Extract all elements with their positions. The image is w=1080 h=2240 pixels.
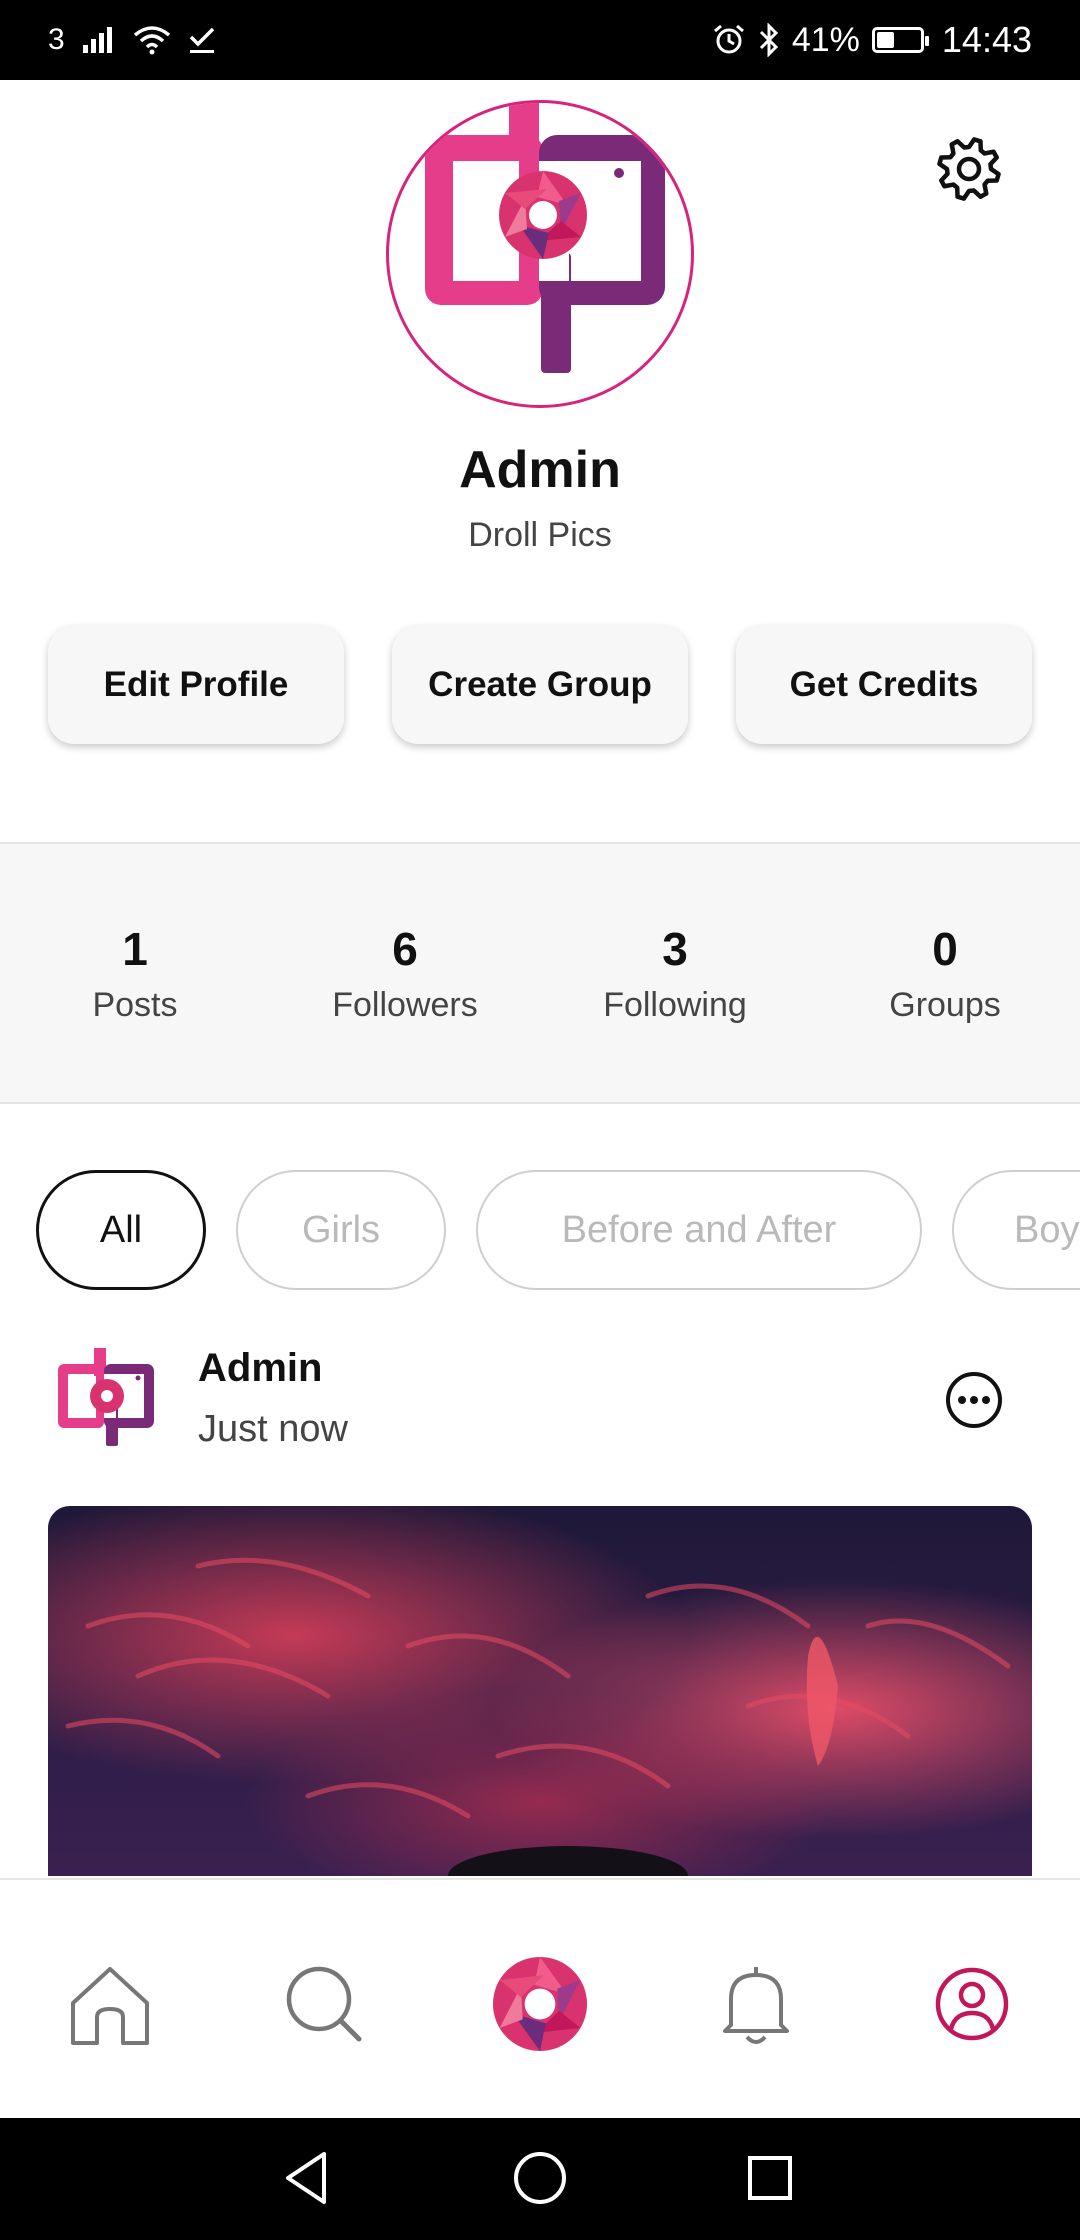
home-circle-icon[interactable] [508,2146,572,2210]
stat-followers[interactable]: 6 Followers [270,844,540,1102]
battery-percent: 41% [791,20,860,59]
edit-profile-button[interactable]: Edit Profile [48,626,344,744]
camera-shutter-icon [492,1956,588,2052]
search-icon [286,1966,362,2042]
recents-icon[interactable] [738,2146,802,2210]
alarm-icon [713,24,744,54]
profile-icon [935,1967,1009,2041]
sky-photo [48,1506,1032,1876]
signal-icon [82,27,112,53]
category-chip-all[interactable]: All [36,1170,206,1290]
battery-icon [871,27,929,53]
profile-stats: 1 Posts 6 Followers 3 Following 0 Groups [0,842,1080,1104]
gear-icon[interactable] [932,132,1006,206]
post-author-name[interactable]: Admin [198,1346,322,1391]
droll-pics-logo [425,103,665,373]
stat-value: 1 [122,922,148,975]
clock: 14:43 [941,19,1032,60]
stat-following[interactable]: 3 Following [540,844,810,1102]
stat-value: 0 [932,922,958,975]
stat-groups[interactable]: 0 Groups [810,844,1080,1102]
stat-posts[interactable]: 1 Posts [0,844,270,1102]
create-group-button[interactable]: Create Group [392,626,688,744]
category-filter: All Girls Before and After Boy [36,1170,1080,1290]
check-icon [189,27,214,53]
nav-home[interactable] [62,1956,158,2052]
stat-label: Followers [332,985,478,1024]
back-icon[interactable] [276,2146,340,2210]
bottom-navigation [0,1878,1080,2118]
stat-label: Following [603,985,747,1024]
nav-notifications[interactable] [708,1956,804,2052]
post-image[interactable] [48,1506,1032,1876]
category-chip-boy[interactable]: Boy [952,1170,1080,1290]
profile-actions: Edit Profile Create Group Get Credits [48,626,1032,744]
profile-avatar[interactable] [386,100,694,408]
status-bar: 3 41% 14:43 [0,0,1080,80]
more-options-icon[interactable] [944,1370,1004,1430]
get-credits-button[interactable]: Get Credits [736,626,1032,744]
wifi-icon [133,26,170,55]
stat-label: Groups [889,985,1001,1024]
home-icon [71,1967,149,2045]
stat-value: 3 [662,922,688,975]
nav-camera[interactable] [492,1956,588,2052]
nav-search[interactable] [276,1956,372,2052]
category-chip-girls[interactable]: Girls [236,1170,446,1290]
bell-icon [723,1967,789,2044]
post-author-avatar[interactable] [52,1340,162,1450]
bluetooth-icon [759,23,778,57]
stat-label: Posts [92,985,178,1024]
system-navigation-bar [0,2118,1080,2240]
post-timestamp: Just now [198,1408,348,1450]
stat-value: 6 [392,922,418,975]
profile-name: Admin [459,441,621,499]
carrier-label: 3 [48,23,65,56]
profile-subtitle: Droll Pics [468,516,612,554]
category-chip-before-and-after[interactable]: Before and After [476,1170,922,1290]
nav-profile[interactable] [924,1956,1020,2052]
